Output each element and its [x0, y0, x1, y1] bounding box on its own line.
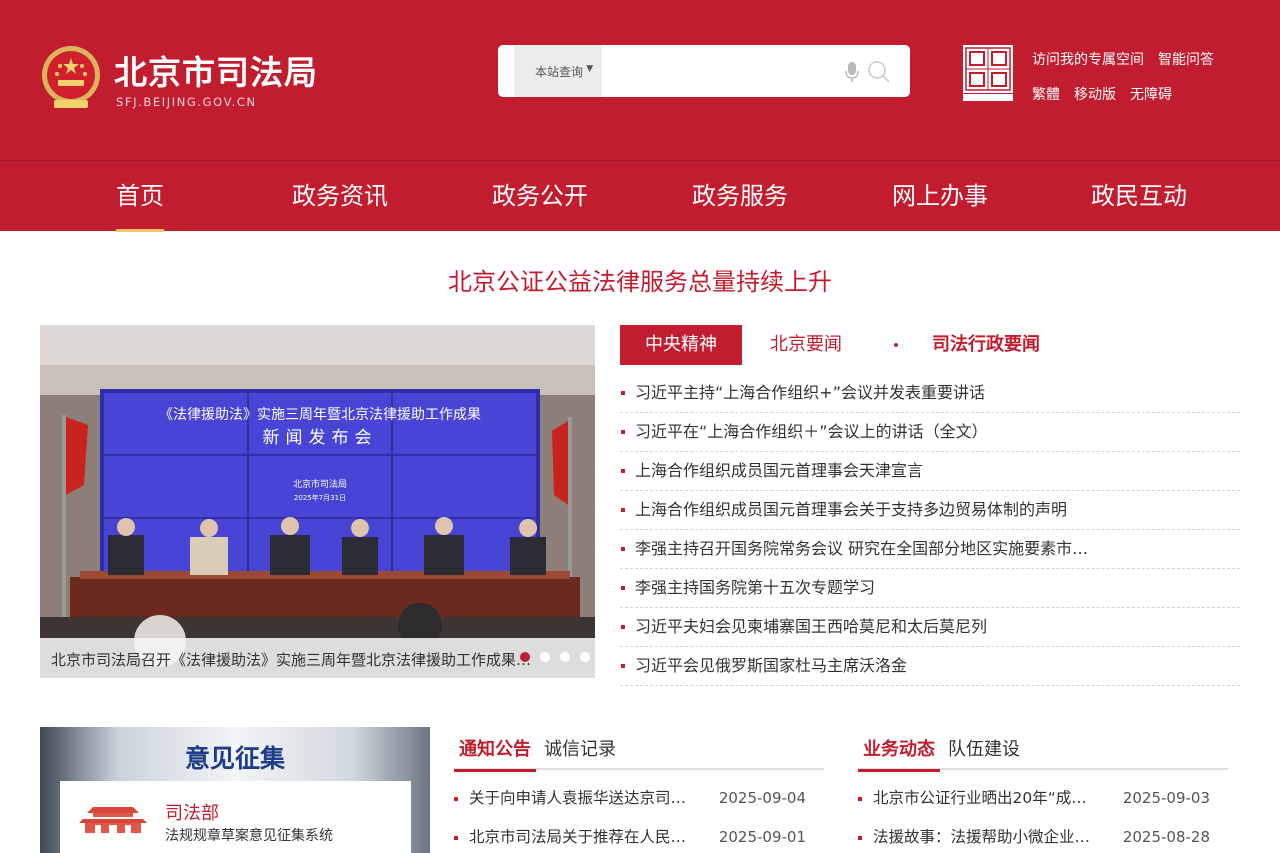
screen-text-line2: 新闻发布会: [263, 428, 378, 448]
business-date: 2025-09-03: [1122, 789, 1210, 807]
tab-separator-dot: [894, 343, 898, 347]
news-list: 习近平主持“上海合作组织+”会议并发表重要讲话 习近平在“上海合作组织＋”会议上…: [620, 374, 1240, 686]
mobile-version-link[interactable]: 移动版: [1074, 84, 1116, 104]
tab-judicial-news[interactable]: 司法行政要闻: [932, 325, 1040, 365]
business-title[interactable]: 法援故事：法援帮助小微企业…: [873, 827, 1093, 847]
notices-panel: 通知公告 诚信记录 关于向申请人袁振华送达京司… 2025-09-04 北京市司法…: [454, 727, 824, 853]
tab-central-spirit[interactable]: 中央精神: [620, 325, 742, 365]
opinion-desc: 法规规章草案意见征集系统: [165, 828, 333, 844]
slider-caption[interactable]: 北京市司法局召开《法律援助法》实施三周年暨北京法律援助工作成果新闻发布会: [51, 649, 545, 670]
news-item[interactable]: 上海合作组织成员国元首理事会关于支持多边贸易体制的声明: [620, 491, 1240, 530]
accessibility-link[interactable]: 无障碍: [1130, 84, 1172, 104]
list-item[interactable]: 北京市公证行业晒出20年“成绩单” 2025-09-03: [858, 788, 1228, 827]
slider-dot[interactable]: [520, 652, 530, 662]
search-box: 本站查询 ▼: [498, 45, 910, 97]
news-item[interactable]: 习近平夫妇会见柬埔寨国王西哈莫尼和太后莫尼列: [620, 608, 1240, 647]
microphone-icon[interactable]: [844, 61, 860, 83]
opinion-card[interactable]: 司法部 法规规章草案意见征集系统: [60, 781, 411, 853]
news-item[interactable]: 习近平主持“上海合作组织+”会议并发表重要讲话: [620, 374, 1240, 413]
news-panel: 中央精神 北京要闻 司法行政要闻 习近平主持“上海合作组织+”会议并发表重要讲话…: [620, 325, 1240, 686]
my-space-link[interactable]: 访问我的专属空间: [1032, 49, 1144, 69]
slider-dot[interactable]: [560, 652, 570, 662]
news-item[interactable]: 李强主持召开国务院常务会议 研究在全国部分地区实施要素市场化配置综合改革试点: [620, 530, 1240, 569]
tiananmen-icon: [79, 807, 147, 833]
opinion-collection-banner[interactable]: 意见征集 司法部 法规规章草案意见征集系统: [40, 727, 430, 853]
tab-team-building[interactable]: 队伍建设: [948, 735, 1020, 769]
list-item[interactable]: 关于向申请人袁振华送达京司… 2025-09-04: [454, 788, 824, 827]
news-tabs: 中央精神 北京要闻 司法行政要闻: [620, 325, 1240, 365]
notice-title[interactable]: 北京市司法局关于推荐在人民…: [469, 827, 689, 847]
site-domain: SFJ.BEIJING.GOV.CN: [116, 95, 257, 109]
photo-slider[interactable]: 《法律援助法》实施三周年暨北京法律援助工作成果 新闻发布会 北京市司法局 202…: [40, 325, 595, 678]
site-header: 北京市司法局 SFJ.BEIJING.GOV.CN 本站查询 ▼ 访问我的专属空…: [0, 0, 1280, 160]
search-icon[interactable]: [868, 61, 890, 83]
capital-window-logo-icon[interactable]: [960, 44, 1016, 102]
top-links: 访问我的专属空间 智能问答 繁體 移动版 无障碍: [1032, 49, 1214, 104]
notice-date: 2025-09-04: [718, 789, 806, 807]
headline-link[interactable]: 北京公证公益法律服务总量持续上升: [0, 262, 1280, 297]
smart-qa-link[interactable]: 智能问答: [1158, 49, 1214, 69]
business-panel: 业务动态 队伍建设 北京市公证行业晒出20年“成绩单” 2025-09-03 法援…: [858, 727, 1228, 853]
tab-credit-records[interactable]: 诚信记录: [544, 735, 616, 769]
tab-business-news[interactable]: 业务动态: [858, 735, 940, 772]
slider-dots: [520, 652, 590, 662]
nav-item-services[interactable]: 政务服务: [691, 161, 789, 232]
news-item[interactable]: 上海合作组织成员国元首理事会天津宣言: [620, 452, 1240, 491]
search-scope-label: 本站查询: [535, 65, 584, 79]
opinion-title: 意见征集: [184, 744, 285, 773]
opinion-org: 司法部: [165, 803, 219, 824]
national-emblem-icon: [42, 46, 100, 108]
business-tabs: 业务动态 队伍建设: [858, 727, 1228, 772]
search-input[interactable]: [606, 53, 826, 89]
news-item[interactable]: 习近平在“上海合作组织＋”会议上的讲话（全文）: [620, 413, 1240, 452]
search-scope-select[interactable]: 本站查询 ▼: [514, 45, 602, 97]
site-title[interactable]: 北京市司法局: [114, 46, 318, 94]
notice-date: 2025-09-01: [718, 828, 806, 846]
slider-caption-bar: 北京市司法局召开《法律援助法》实施三周年暨北京法律援助工作成果新闻发布会: [40, 638, 595, 678]
notice-title[interactable]: 关于向申请人袁振华送达京司…: [469, 788, 689, 808]
business-title[interactable]: 北京市公证行业晒出20年“成绩单”: [873, 788, 1093, 808]
nav-item-open-government[interactable]: 政务公开: [491, 161, 589, 232]
slider-photo: 《法律援助法》实施三周年暨北京法律援助工作成果 新闻发布会 北京市司法局 202…: [40, 325, 595, 678]
tab-beijing-news[interactable]: 北京要闻: [770, 325, 842, 365]
list-item[interactable]: 法援故事：法援帮助小微企业… 2025-08-28: [858, 827, 1228, 853]
chevron-down-icon: ▼: [586, 64, 594, 74]
news-item[interactable]: 习近平会见俄罗斯国家杜马主席沃洛金: [620, 647, 1240, 686]
main-nav: 首页 政务资讯 政务公开 政务服务 网上办事 政民互动: [0, 160, 1280, 232]
business-date: 2025-08-28: [1122, 828, 1210, 846]
screen-text-line1: 《法律援助法》实施三周年暨北京法律援助工作成果: [159, 407, 481, 423]
list-item[interactable]: 北京市司法局关于推荐在人民… 2025-09-01: [454, 827, 824, 853]
nav-item-interaction[interactable]: 政民互动: [1090, 161, 1188, 232]
traditional-chinese-link[interactable]: 繁體: [1032, 84, 1060, 104]
tab-notices[interactable]: 通知公告: [454, 735, 536, 772]
news-item[interactable]: 李强主持国务院第十五次专题学习: [620, 569, 1240, 608]
nav-item-online-affairs[interactable]: 网上办事: [891, 161, 989, 232]
nav-item-home[interactable]: 首页: [116, 161, 164, 232]
notices-list: 关于向申请人袁振华送达京司… 2025-09-04 北京市司法局关于推荐在人民… 2…: [454, 788, 824, 853]
nav-item-news[interactable]: 政务资讯: [291, 161, 389, 232]
screen-text-line3: 北京市司法局: [293, 478, 347, 490]
slider-dot[interactable]: [580, 652, 590, 662]
notices-tabs: 通知公告 诚信记录: [454, 727, 824, 772]
slider-dot[interactable]: [540, 652, 550, 662]
screen-text-line4: 2025年7月31日: [294, 493, 346, 502]
business-list: 北京市公证行业晒出20年“成绩单” 2025-09-03 法援故事：法援帮助小微企…: [858, 788, 1228, 853]
